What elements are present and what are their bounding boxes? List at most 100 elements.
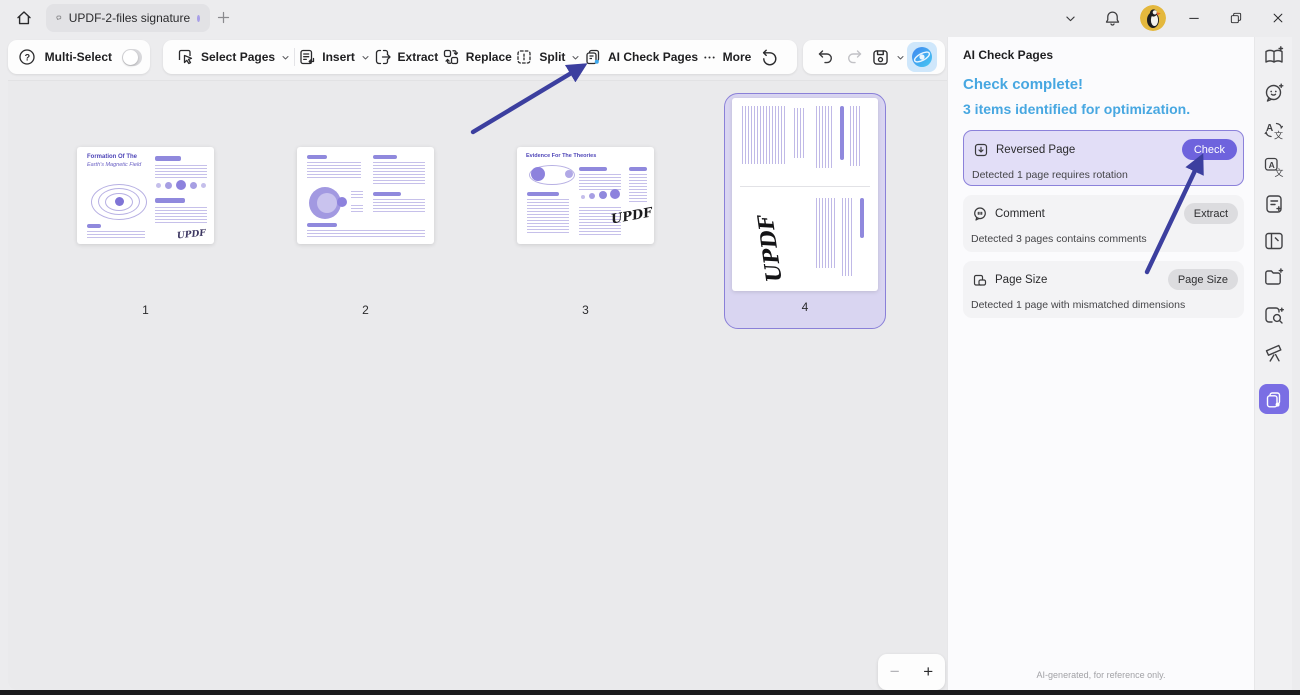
more-button[interactable]: More	[702, 50, 752, 65]
check-item-description: Detected 3 pages contains comments	[963, 224, 1244, 255]
insert-button[interactable]: Insert	[298, 48, 370, 66]
page-thumbnail[interactable]: UPDF	[732, 98, 878, 291]
insert-label: Insert	[322, 50, 355, 64]
extract-label: Extract	[398, 50, 439, 64]
ai-assistant-icon	[910, 45, 934, 69]
help-button[interactable]: ?	[18, 43, 37, 71]
reset-button[interactable]	[755, 43, 783, 71]
page-number: 4	[725, 300, 885, 314]
ai-check-pages-rail-button[interactable]	[1259, 384, 1289, 414]
page-size-icon	[972, 272, 988, 288]
chevron-down-icon	[281, 53, 290, 62]
window-bottom-edge	[0, 690, 1300, 695]
close-icon	[1271, 11, 1285, 25]
page4-signature: UPDF	[753, 214, 787, 284]
more-dots-icon	[702, 50, 717, 65]
multi-select-group: ? Multi-Select	[8, 40, 150, 74]
page-number: 3	[517, 303, 654, 317]
document-tab[interactable]: UPDF-2-files signature	[46, 4, 210, 32]
check-action-button[interactable]: Check	[1182, 139, 1237, 160]
page-thumbnail[interactable]	[297, 147, 434, 244]
collapse-chevron-button[interactable]	[1056, 4, 1084, 32]
page-actions-group: Select Pages Insert Extract	[163, 40, 797, 74]
ai-check-pages-panel: AI Check Pages Check complete! 3 items i…	[947, 37, 1254, 690]
minimize-icon	[1187, 11, 1201, 25]
check-item-description: Detected 1 page requires rotation	[964, 160, 1243, 191]
page-organizer-canvas: Formation Of The Earth's Magnetic Field …	[8, 80, 947, 690]
extract-action-button[interactable]: Extract	[1184, 203, 1238, 224]
check-item-page-size[interactable]: Page Size Page Size Detected 1 page with…	[963, 261, 1244, 318]
chevron-down-icon	[896, 53, 905, 62]
translate-button[interactable]: A 文	[1261, 119, 1287, 141]
home-button[interactable]	[10, 4, 38, 32]
replace-button[interactable]: Replace	[442, 48, 512, 66]
zoom-out-button[interactable]: −	[890, 662, 900, 682]
ai-check-pages-icon	[584, 48, 602, 66]
ocr-translate-button[interactable]: A 文	[1261, 156, 1287, 178]
reader-view-button[interactable]	[1261, 230, 1287, 252]
select-pages-label: Select Pages	[201, 50, 275, 64]
folder-sparkle-icon	[1263, 267, 1285, 289]
new-tab-button[interactable]	[216, 10, 231, 25]
ai-tools-rail: A 文 A 文	[1254, 37, 1292, 690]
document-bubble-icon	[56, 11, 62, 25]
plus-icon	[216, 10, 231, 25]
unsaved-changes-dot	[197, 15, 200, 22]
check-item-name: Page Size	[995, 274, 1161, 286]
panel-title: AI Check Pages	[963, 48, 1053, 62]
minimize-button[interactable]	[1180, 4, 1208, 32]
multi-select-toggle[interactable]	[122, 49, 142, 66]
page-number: 1	[77, 303, 214, 317]
ai-summary-button[interactable]	[1261, 193, 1287, 215]
check-item-name: Reversed Page	[996, 144, 1175, 156]
page-size-action-button[interactable]: Page Size	[1168, 269, 1238, 290]
notifications-button[interactable]	[1098, 4, 1126, 32]
zoom-in-button[interactable]: +	[923, 662, 933, 682]
selected-page-container[interactable]: UPDF 4	[724, 93, 886, 329]
check-item-name: Comment	[995, 208, 1177, 220]
close-button[interactable]	[1264, 4, 1292, 32]
page1-signature: UPDF	[177, 229, 207, 242]
ai-disclaimer: AI-generated, for reference only.	[948, 670, 1254, 680]
ai-assistant-button[interactable]	[907, 42, 937, 72]
history-save-group	[803, 40, 945, 74]
insert-icon	[298, 48, 316, 66]
ai-read-button[interactable]	[1261, 45, 1287, 67]
replace-label: Replace	[466, 50, 512, 64]
explore-button[interactable]	[1261, 341, 1287, 363]
title-bar: UPDF-2-files signature	[0, 0, 1300, 36]
redo-button[interactable]	[841, 43, 869, 71]
reset-rotate-icon	[759, 47, 779, 67]
split-button[interactable]: Split	[515, 48, 580, 66]
ai-search-button[interactable]	[1261, 304, 1287, 326]
home-icon	[15, 9, 33, 27]
zoom-controls: − +	[878, 654, 945, 690]
select-pages-button[interactable]: Select Pages	[177, 48, 290, 66]
svg-text:文: 文	[1274, 167, 1283, 178]
translate-box-icon: A 文	[1263, 156, 1285, 178]
book-panel-icon	[1263, 230, 1285, 252]
organize-toolbar: ? Multi-Select Select Pages Insert	[0, 36, 947, 80]
restore-button[interactable]	[1222, 4, 1250, 32]
check-item-reversed-page[interactable]: Reversed Page Check Detected 1 page requ…	[963, 130, 1244, 186]
page-number: 2	[297, 303, 434, 317]
tab-title: UPDF-2-files signature	[69, 11, 190, 25]
save-icon	[871, 48, 890, 67]
note-sparkle-icon	[1263, 193, 1285, 215]
telescope-icon	[1263, 341, 1285, 363]
check-item-comment[interactable]: Comment Extract Detected 3 pages contain…	[963, 195, 1244, 252]
toggle-knob	[123, 50, 138, 65]
undo-button[interactable]	[811, 43, 839, 71]
bell-icon	[1104, 10, 1121, 27]
ai-organize-button[interactable]	[1261, 267, 1287, 289]
page3-title: Evidence For The Theories	[526, 153, 596, 159]
check-item-description: Detected 1 page with mismatched dimensio…	[963, 290, 1244, 321]
extract-button[interactable]: Extract	[374, 48, 439, 66]
ai-check-pages-button[interactable]: AI Check Pages	[584, 48, 698, 66]
avatar[interactable]	[1140, 5, 1166, 31]
page-thumbnail[interactable]: Evidence For The Theories UPDF	[517, 147, 654, 244]
page-thumbnail[interactable]: Formation Of The Earth's Magnetic Field …	[77, 147, 214, 244]
ai-assistant-chat-button[interactable]	[1261, 82, 1287, 104]
save-button[interactable]	[871, 48, 905, 67]
extract-icon	[374, 48, 392, 66]
